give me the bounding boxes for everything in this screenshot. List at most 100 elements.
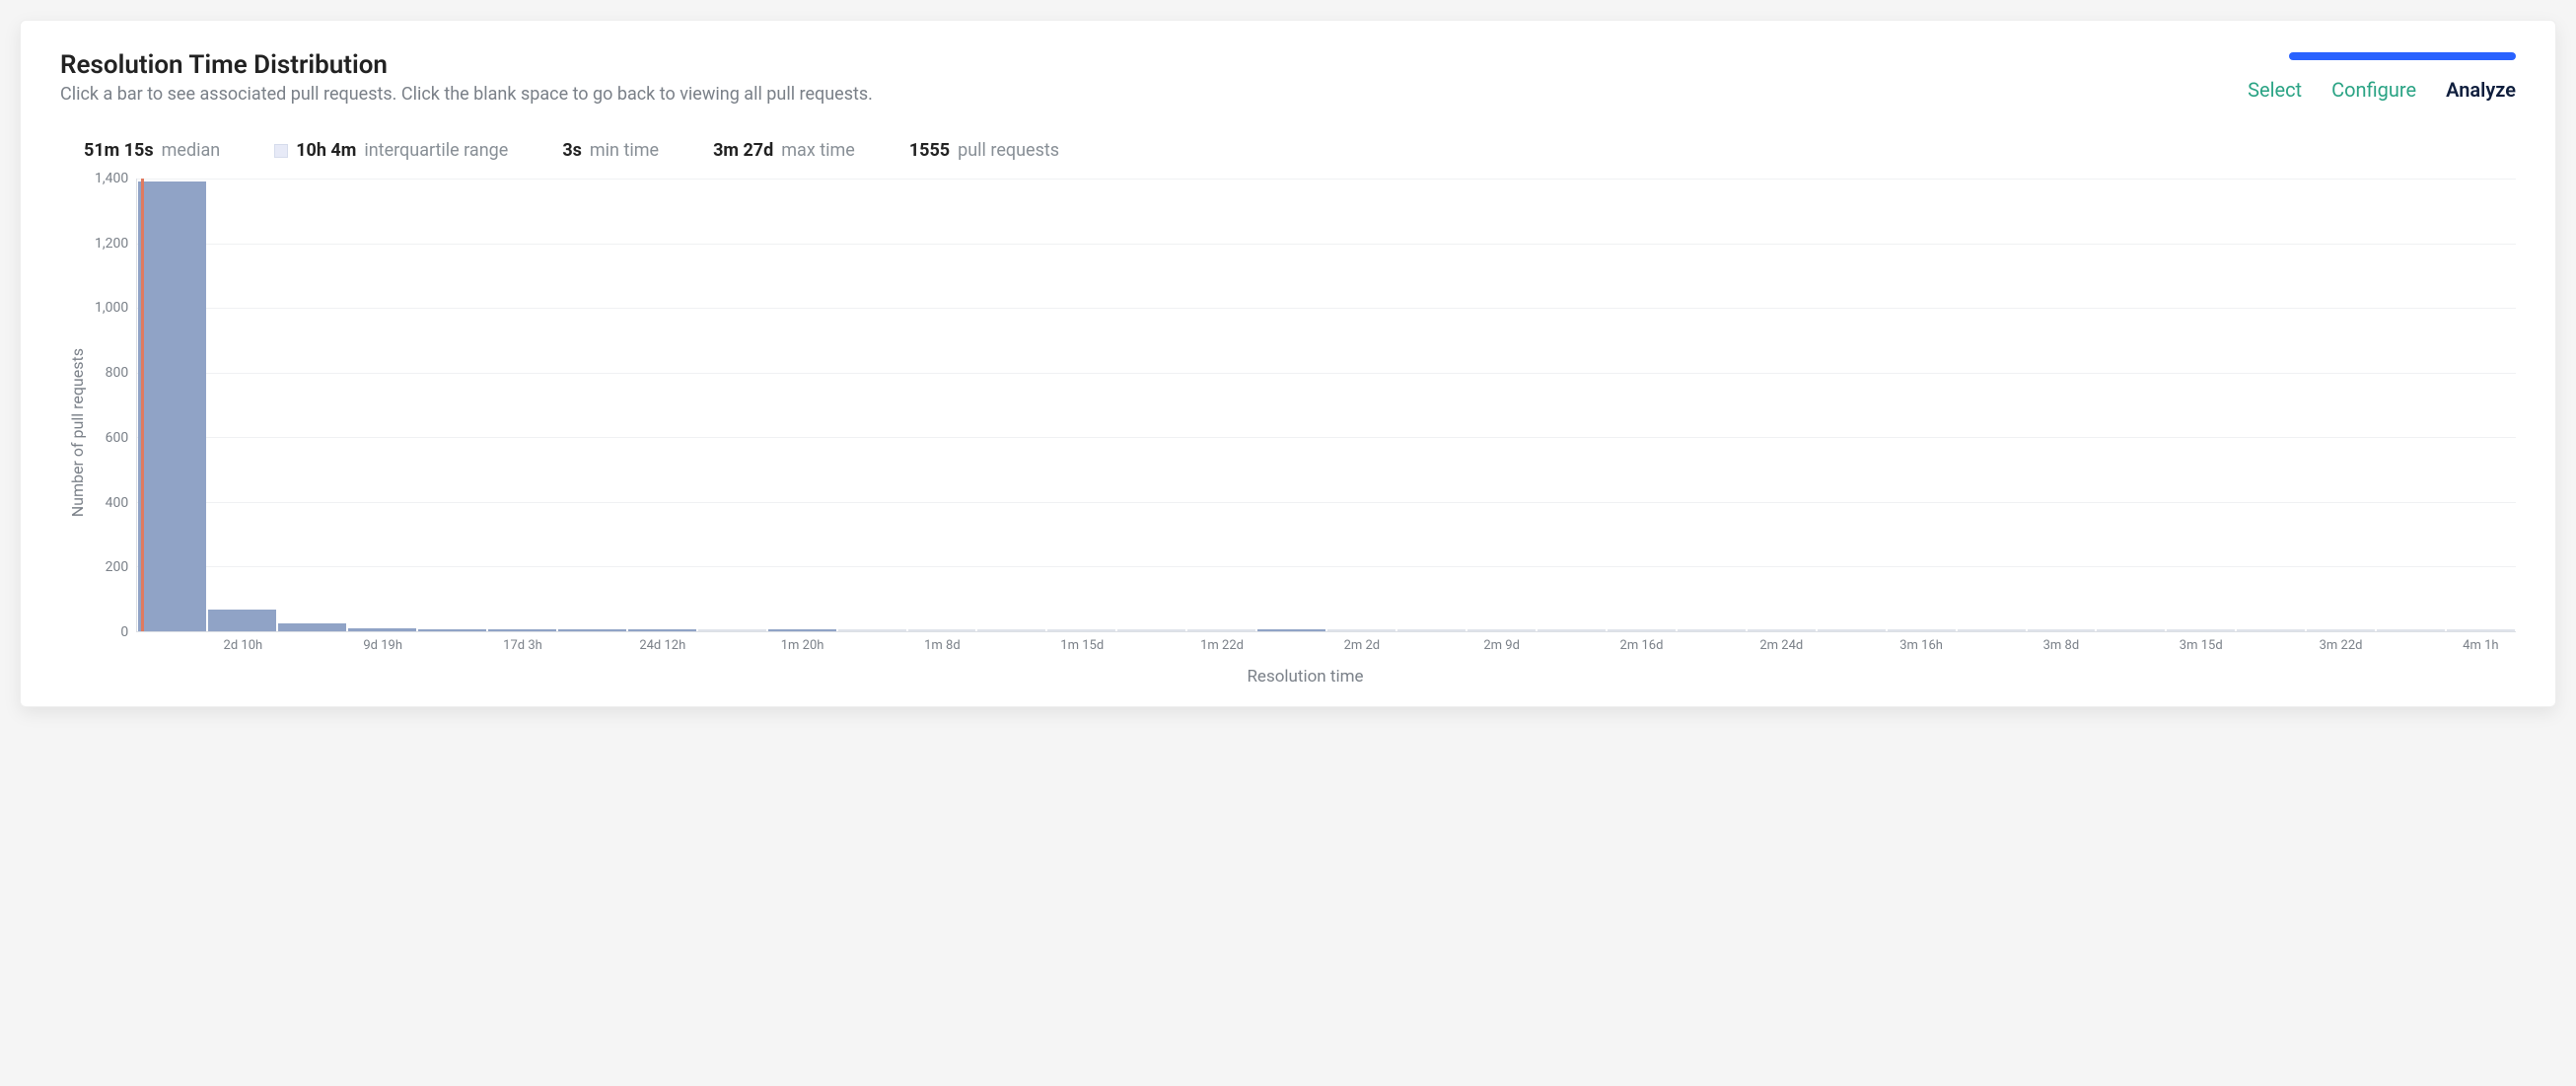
bar-slot[interactable] bbox=[1817, 179, 1887, 631]
bar-slot[interactable] bbox=[347, 179, 417, 631]
bar-slot[interactable] bbox=[2376, 179, 2446, 631]
histogram-bar[interactable] bbox=[558, 629, 626, 631]
histogram-bar[interactable] bbox=[2377, 629, 2445, 631]
stat-iqr-value: 10h 4m bbox=[296, 140, 356, 161]
bar-slot[interactable] bbox=[1256, 179, 1326, 631]
median-line bbox=[141, 179, 144, 631]
bar-slot[interactable] bbox=[137, 179, 207, 631]
bar-slot[interactable] bbox=[907, 179, 977, 631]
histogram-bar[interactable] bbox=[1467, 629, 1536, 631]
bar-slot[interactable] bbox=[207, 179, 277, 631]
histogram-bar[interactable] bbox=[1117, 629, 1185, 631]
x-tick: 2d 10h bbox=[208, 638, 278, 653]
histogram-bar[interactable] bbox=[1958, 629, 2026, 631]
bar-slot[interactable] bbox=[1677, 179, 1747, 631]
bar-slot[interactable] bbox=[2306, 179, 2376, 631]
bar-slot[interactable] bbox=[277, 179, 347, 631]
bar-slot[interactable] bbox=[487, 179, 557, 631]
histogram-bar[interactable] bbox=[1187, 629, 1255, 631]
histogram-bar[interactable] bbox=[1397, 629, 1466, 631]
histogram-bar[interactable] bbox=[908, 629, 976, 631]
bar-slot[interactable] bbox=[837, 179, 907, 631]
histogram-bar[interactable] bbox=[2097, 629, 2165, 631]
histogram-bar[interactable] bbox=[1678, 629, 1746, 631]
histogram-bar[interactable] bbox=[278, 623, 346, 631]
histogram-bar[interactable] bbox=[628, 629, 696, 631]
bar-slot[interactable] bbox=[1957, 179, 2027, 631]
chart-wrap: Number of pull requests 1,4001,2001,0008… bbox=[60, 179, 2516, 687]
tabs-block: Select Configure Analyze bbox=[2248, 52, 2516, 102]
y-axis-label: Number of pull requests bbox=[60, 348, 95, 517]
histogram-bar[interactable] bbox=[348, 628, 416, 631]
bar-slot[interactable] bbox=[1607, 179, 1677, 631]
bar-slot[interactable] bbox=[1887, 179, 1957, 631]
x-tick: 1m 22d bbox=[1187, 638, 1257, 653]
histogram-bar[interactable] bbox=[2237, 629, 2305, 631]
histogram-bar[interactable] bbox=[1888, 629, 1956, 631]
histogram-bar[interactable] bbox=[1257, 629, 1325, 631]
bar-slot[interactable] bbox=[557, 179, 627, 631]
bar-slot[interactable] bbox=[2096, 179, 2166, 631]
bar-slot[interactable] bbox=[1046, 179, 1116, 631]
stat-max-label: max time bbox=[781, 140, 855, 161]
histogram-bar[interactable] bbox=[1538, 629, 1606, 631]
stat-median-value: 51m 15s bbox=[84, 140, 154, 161]
bar-slot[interactable] bbox=[1467, 179, 1537, 631]
histogram-bar[interactable] bbox=[488, 629, 556, 631]
histogram-bar[interactable] bbox=[138, 181, 206, 631]
stat-max: 3m 27d max time bbox=[713, 140, 855, 161]
bar-slot[interactable] bbox=[2446, 179, 2516, 631]
bar-slot[interactable] bbox=[1116, 179, 1186, 631]
tab-select[interactable]: Select bbox=[2248, 78, 2302, 102]
histogram-bar[interactable] bbox=[1608, 629, 1676, 631]
bar-slot[interactable] bbox=[627, 179, 697, 631]
x-tick: 1m 8d bbox=[907, 638, 977, 653]
histogram-bar[interactable] bbox=[768, 629, 836, 631]
histogram-bar[interactable] bbox=[418, 629, 486, 631]
histogram-bar[interactable] bbox=[2447, 629, 2515, 631]
histogram-bar[interactable] bbox=[977, 629, 1045, 631]
tab-analyze[interactable]: Analyze bbox=[2446, 78, 2516, 102]
histogram-bar[interactable] bbox=[838, 629, 906, 631]
histogram-bar[interactable] bbox=[698, 629, 766, 631]
histogram-bar[interactable] bbox=[1327, 629, 1395, 631]
y-axis-ticks: 1,4001,2001,0008006004002000 bbox=[95, 179, 136, 632]
bar-slot[interactable] bbox=[2027, 179, 2097, 631]
bar-slot[interactable] bbox=[697, 179, 767, 631]
bar-slot[interactable] bbox=[1186, 179, 1256, 631]
bar-slot[interactable] bbox=[1537, 179, 1607, 631]
histogram-bar[interactable] bbox=[2167, 629, 2235, 631]
bar-slot[interactable] bbox=[2166, 179, 2236, 631]
bar-slot[interactable] bbox=[417, 179, 487, 631]
histogram-bar[interactable] bbox=[1748, 629, 1816, 631]
bar-slot[interactable] bbox=[976, 179, 1046, 631]
histogram-bar[interactable] bbox=[1818, 629, 1886, 631]
x-tick: 3m 8d bbox=[2026, 638, 2096, 653]
bar-slot[interactable] bbox=[1747, 179, 1817, 631]
histogram-bar[interactable] bbox=[2307, 629, 2375, 631]
x-tick bbox=[1117, 638, 1187, 653]
plot-area[interactable] bbox=[136, 179, 2516, 632]
x-tick bbox=[418, 638, 488, 653]
tabs: Select Configure Analyze bbox=[2248, 78, 2516, 102]
bar-slot[interactable] bbox=[1396, 179, 1467, 631]
histogram-bar[interactable] bbox=[208, 610, 276, 631]
histogram-bar[interactable] bbox=[1047, 629, 1115, 631]
stats-row: 51m 15s median 10h 4m interquartile rang… bbox=[60, 140, 2516, 161]
bar-slot[interactable] bbox=[2236, 179, 2306, 631]
stat-median: 51m 15s median bbox=[60, 140, 220, 161]
x-tick: 4m 1h bbox=[2446, 638, 2516, 653]
progress-indicator bbox=[2289, 52, 2516, 60]
bar-slot[interactable] bbox=[767, 179, 837, 631]
x-tick bbox=[1257, 638, 1327, 653]
x-tick bbox=[1396, 638, 1467, 653]
histogram-bar[interactable] bbox=[2028, 629, 2096, 631]
tab-configure[interactable]: Configure bbox=[2331, 78, 2416, 102]
x-tick bbox=[697, 638, 767, 653]
x-tick: 2m 9d bbox=[1467, 638, 1537, 653]
page-subtitle: Click a bar to see associated pull reque… bbox=[60, 84, 2248, 105]
x-tick bbox=[138, 638, 208, 653]
bar-slot[interactable] bbox=[1326, 179, 1396, 631]
x-tick: 17d 3h bbox=[488, 638, 558, 653]
x-tick bbox=[1537, 638, 1607, 653]
